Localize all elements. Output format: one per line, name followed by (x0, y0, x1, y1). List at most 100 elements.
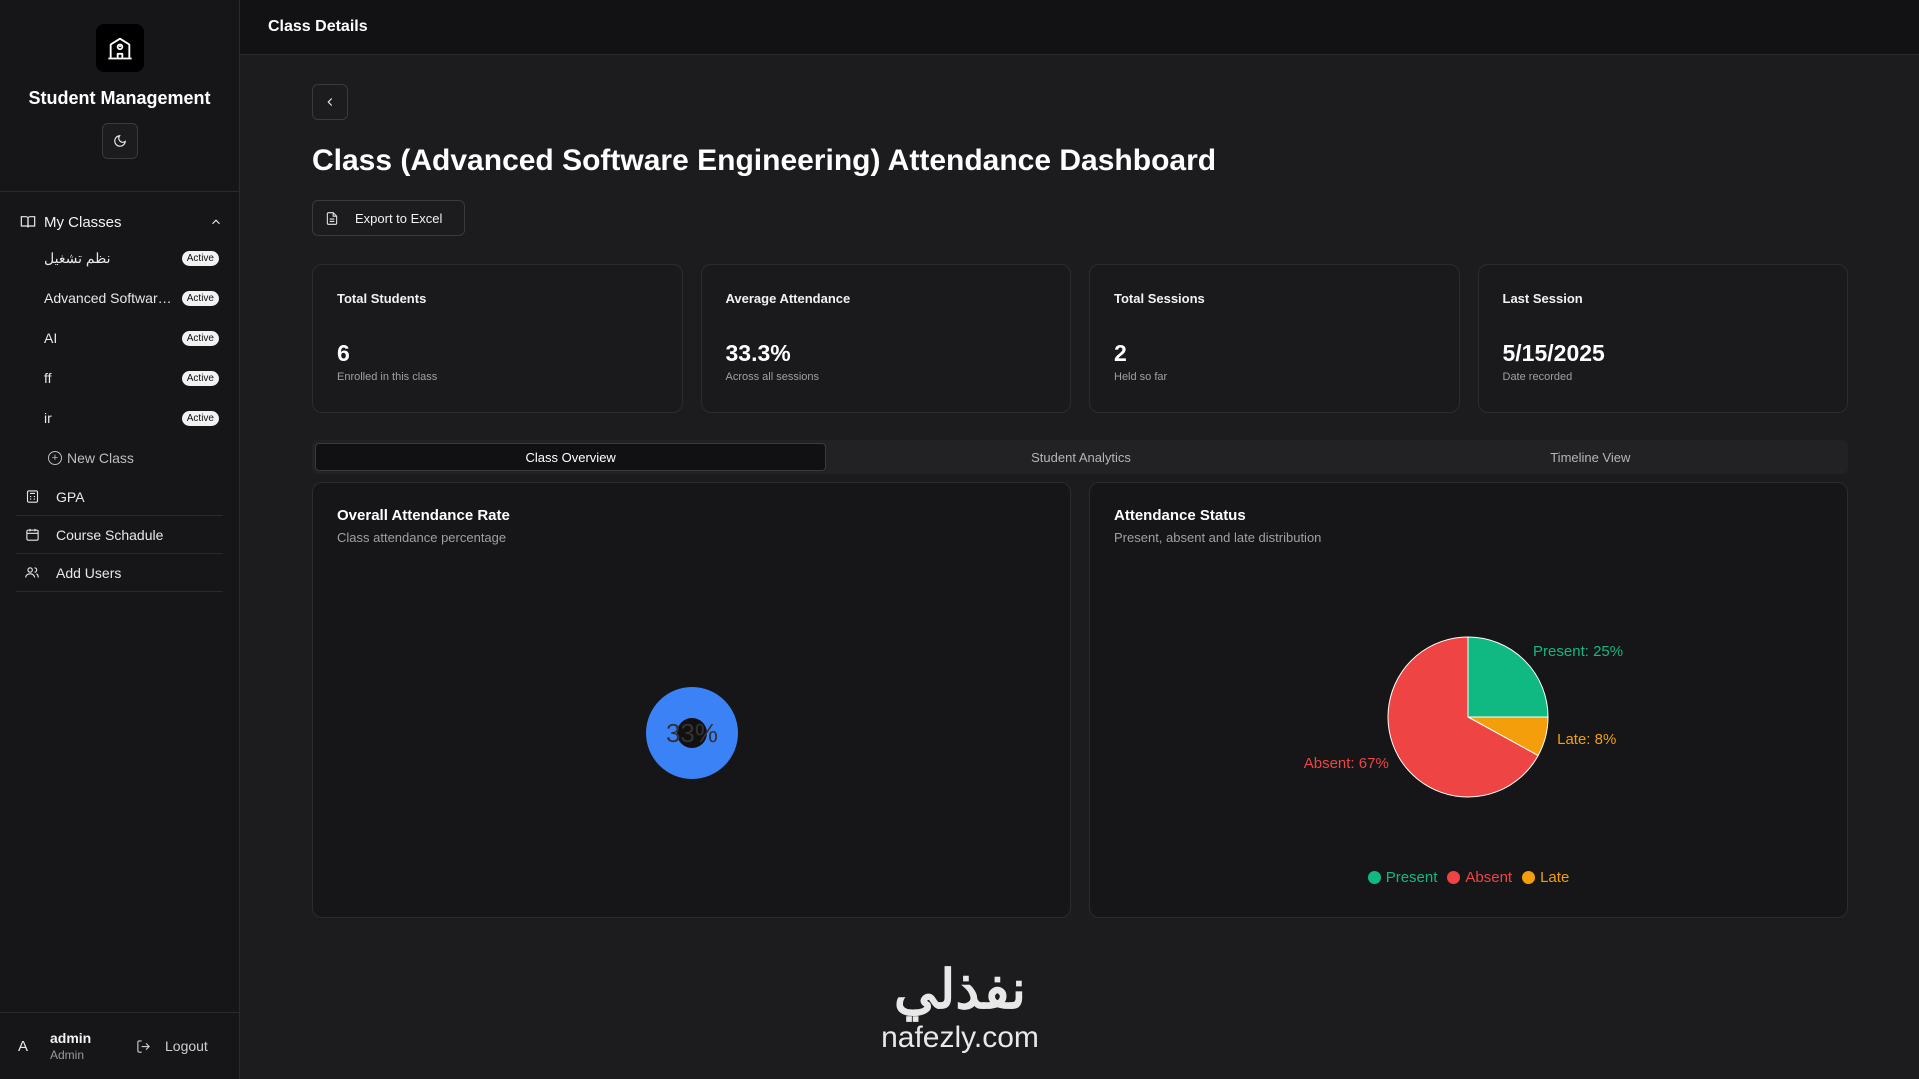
status-badge: Active (181, 330, 219, 346)
sidebar-item-label: Course Schadule (56, 526, 164, 543)
stat-subtext: Date recorded (1502, 371, 1573, 383)
user-name: admin (50, 1030, 92, 1046)
users-icon (24, 565, 40, 581)
charts-row: Overall Attendance Rate Class attendance… (312, 482, 1848, 918)
stat-label: Total Students (337, 291, 427, 306)
stat-subtext: Across all sessions (725, 371, 820, 383)
page-header-title: Class Details (268, 18, 368, 35)
class-item[interactable]: Advanced Software Engineering Active (16, 278, 223, 318)
stat-value: 6 (337, 340, 350, 366)
export-label: Export to Excel (355, 210, 443, 226)
class-name: ir (44, 410, 52, 426)
stat-card-last-session: Last Session 5/15/2025 Date recorded (1477, 264, 1848, 413)
status-badge: Active (181, 250, 219, 266)
stat-card-average-attendance: Average Attendance 33.3% Across all sess… (700, 264, 1071, 413)
legend-swatch (1367, 871, 1381, 884)
main-content: Class (Advanced Software Engineering) At… (312, 84, 1848, 918)
file-icon (326, 211, 338, 225)
my-classes-toggle[interactable]: My Classes (16, 210, 223, 234)
legend-swatch (1522, 871, 1536, 884)
stat-value: 5/15/2025 (1502, 340, 1605, 366)
theme-toggle-button[interactable] (101, 123, 138, 159)
export-excel-button[interactable]: Export to Excel (312, 200, 465, 236)
pie-legend: Present Absent Late (1090, 869, 1847, 886)
new-class-button[interactable]: + New Class (16, 438, 223, 478)
avatar: A (18, 1037, 29, 1055)
my-classes-label: My Classes (44, 213, 122, 231)
legend-label: Present (1385, 869, 1438, 886)
user-info: admin Admin (50, 1030, 120, 1062)
app-title: Student Management (28, 88, 211, 108)
status-badge: Active (181, 290, 219, 306)
back-button[interactable] (312, 84, 348, 120)
sidebar-item-gpa[interactable]: GPA (16, 478, 223, 516)
class-item[interactable]: ff Active (16, 358, 223, 398)
sidebar-item-label: Add Users (56, 564, 122, 581)
class-item[interactable]: نظم تشغيل Active (16, 238, 223, 278)
class-name: نظم تشغيل (44, 249, 111, 266)
sidebar-item-label: GPA (56, 488, 85, 505)
tab-student-analytics[interactable]: Student Analytics (826, 443, 1335, 471)
panel-subtitle: Class attendance percentage (337, 530, 507, 545)
tab-timeline-view[interactable]: Timeline View (1336, 443, 1845, 471)
tab-class-overview[interactable]: Class Overview (315, 443, 827, 471)
sidebar-item-add-users[interactable]: Add Users (16, 554, 223, 592)
user-bar: A admin Admin Logout (0, 1012, 240, 1079)
watermark-arabic: نفذلي (893, 960, 1027, 1020)
pie-label-present: Present: 25% (1533, 643, 1623, 660)
sidebar: Student Management My Classes نظم تشغيل … (0, 0, 240, 1079)
class-item[interactable]: AI Active (16, 318, 223, 358)
topbar: Class Details (240, 0, 1919, 55)
gauge-value: 33% (665, 717, 719, 748)
stat-value: 33.3% (725, 340, 791, 366)
moon-icon (113, 135, 126, 147)
stat-card-total-students: Total Students 6 Enrolled in this class (312, 264, 683, 413)
legend-item-absent[interactable]: Absent (1447, 869, 1512, 886)
view-tabs: Class Overview Student Analytics Timelin… (312, 440, 1848, 474)
stat-subtext: Held so far (1114, 371, 1168, 383)
class-item[interactable]: ir Active (16, 398, 223, 438)
stat-label: Last Session (1502, 291, 1583, 306)
logout-label: Logout (165, 1038, 208, 1054)
class-name: ff (44, 370, 52, 386)
stat-value: 2 (1114, 340, 1127, 366)
school-logo-icon (95, 24, 144, 72)
calculator-icon (24, 489, 40, 505)
logout-icon (137, 1039, 150, 1053)
logout-button[interactable]: Logout (136, 1038, 208, 1054)
chevron-left-icon (327, 98, 333, 106)
brand-area: Student Management (0, 0, 239, 192)
pie-label-late: Late: 8% (1557, 731, 1616, 748)
attendance-status-panel: Attendance Status Present, absent and la… (1089, 482, 1848, 918)
watermark-latin: nafezly.com (881, 1021, 1039, 1054)
attendance-pie-chart: Present: 25% Late: 8% Absent: 67% (1304, 636, 1623, 798)
legend-label: Absent (1465, 869, 1513, 886)
stats-row: Total Students 6 Enrolled in this class … (312, 264, 1848, 413)
book-icon (20, 216, 36, 228)
legend-item-late[interactable]: Late (1522, 869, 1569, 886)
stat-subtext: Enrolled in this class (337, 371, 438, 383)
new-class-label: New Class (67, 450, 134, 466)
legend-label: Late (1540, 869, 1570, 886)
calendar-icon (24, 527, 40, 543)
class-name: Advanced Software Engineering (44, 290, 178, 306)
status-badge: Active (181, 370, 219, 386)
stat-label: Average Attendance (725, 291, 851, 306)
sidebar-nav: My Classes نظم تشغيل Active Advanced Sof… (0, 192, 239, 592)
attendance-rate-gauge: 33% (646, 687, 738, 779)
legend-item-present[interactable]: Present (1367, 869, 1438, 886)
stat-card-total-sessions: Total Sessions 2 Held so far (1089, 264, 1460, 413)
class-list: نظم تشغيل Active Advanced Software Engin… (16, 238, 223, 478)
plus-circle-icon: + (48, 451, 62, 465)
attendance-rate-panel: Overall Attendance Rate Class attendance… (312, 482, 1071, 918)
status-badge: Active (181, 410, 219, 426)
watermark: نفذلي nafezly.com (840, 960, 1080, 1056)
page-title: Class (Advanced Software Engineering) At… (312, 144, 1217, 177)
user-role: Admin (50, 1048, 85, 1062)
sidebar-item-course-schedule[interactable]: Course Schadule (16, 516, 223, 554)
pie-label-absent: Absent: 67% (1304, 755, 1389, 772)
chevron-up-icon (212, 219, 220, 225)
stat-label: Total Sessions (1114, 291, 1205, 306)
legend-swatch (1447, 871, 1461, 884)
panel-title: Overall Attendance Rate (337, 507, 510, 524)
